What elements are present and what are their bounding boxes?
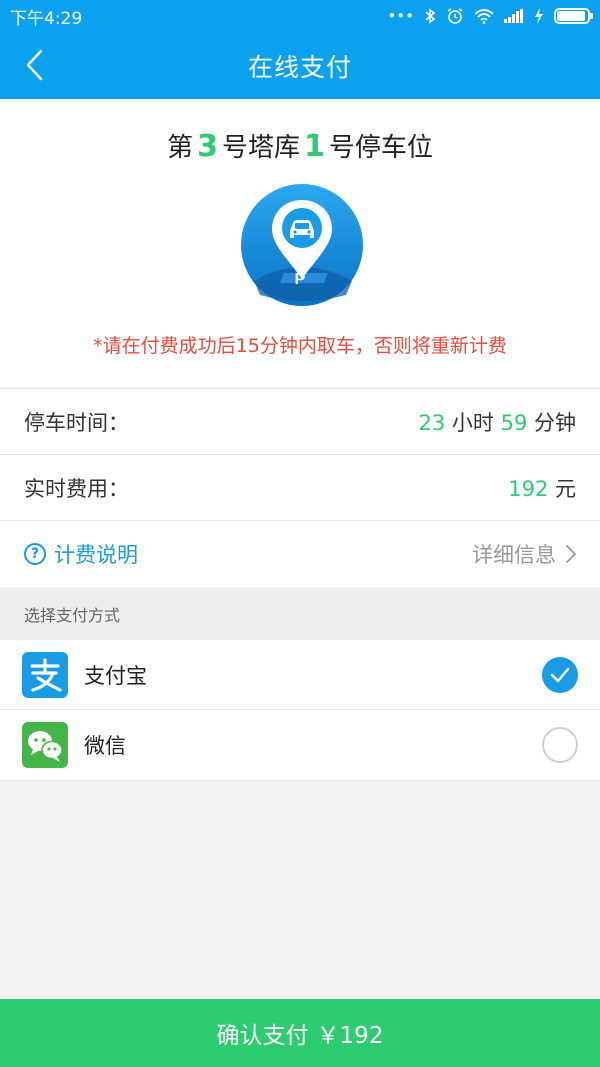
chevron-left-icon xyxy=(26,49,43,81)
bluetooth-icon xyxy=(425,8,436,24)
slot-suffix: 号停车位 xyxy=(328,133,433,163)
confirm-label: 确认支付 xyxy=(216,1023,309,1049)
confirm-amount: ￥192 xyxy=(316,1023,384,1049)
wechat-radio-unchecked[interactable] xyxy=(542,727,578,763)
parking-location-logo: P xyxy=(241,184,363,306)
chevron-right-icon xyxy=(566,545,576,563)
question-icon: ? xyxy=(24,543,46,565)
status-bar: 下午4:29 ••• xyxy=(0,0,600,32)
alipay-icon xyxy=(22,651,68,698)
payment-option-alipay[interactable]: 支付宝 xyxy=(0,640,600,710)
detail-label: 详细信息 xyxy=(472,543,556,567)
confirm-payment-button[interactable]: 确认支付 ￥192 xyxy=(0,999,600,1067)
space-number: 1 xyxy=(304,129,325,164)
battery-icon xyxy=(554,8,593,24)
payment-method-list: 支付宝 微信 xyxy=(0,640,600,781)
alipay-radio-checked[interactable] xyxy=(542,656,578,693)
alarm-icon xyxy=(447,8,463,24)
signal-icon xyxy=(504,9,523,23)
alipay-label: 支付宝 xyxy=(84,663,147,688)
fee-label: 实时费用： xyxy=(24,476,129,501)
parking-slot-card: 第 3 号塔库 1 号停车位 P *请在付费成功后15分钟内取车，否则将重新计费 xyxy=(0,99,600,387)
check-icon xyxy=(550,667,570,682)
minutes-unit: 分钟 xyxy=(534,410,576,435)
slot-middle: 号塔库 xyxy=(221,133,300,163)
minutes-value: 59 xyxy=(500,410,528,435)
charging-icon xyxy=(535,8,543,24)
fee-unit: 元 xyxy=(555,476,576,501)
page-title: 在线支付 xyxy=(247,52,352,82)
fee-value: 192 元 xyxy=(508,473,576,503)
tower-number: 3 xyxy=(197,129,218,164)
wifi-icon xyxy=(474,9,494,24)
payment-method-header: 选择支付方式 xyxy=(0,588,600,640)
fee-amount: 192 xyxy=(508,476,549,501)
billing-help-row[interactable]: ? 计费说明 详细信息 xyxy=(0,521,600,587)
back-button[interactable] xyxy=(14,44,54,86)
hours-unit: 小时 xyxy=(451,410,494,435)
fee-row: 实时费用： 192 元 xyxy=(0,455,600,521)
wechat-label: 微信 xyxy=(84,734,126,758)
parking-time-value: 23 小时 59 分钟 xyxy=(418,407,576,437)
slot-prefix: 第 xyxy=(167,133,194,163)
billing-help-label: 计费说明 xyxy=(54,543,138,567)
parking-time-label: 停车时间： xyxy=(24,410,129,435)
status-icons: ••• xyxy=(387,7,593,25)
billing-help-link[interactable]: ? 计费说明 xyxy=(24,539,138,569)
title-bar: 在线支付 xyxy=(0,32,600,99)
more-dots-icon: ••• xyxy=(387,7,414,25)
payment-option-wechat[interactable]: 微信 xyxy=(0,710,600,780)
status-time: 下午4:29 xyxy=(10,8,83,29)
hours-value: 23 xyxy=(418,410,446,435)
detail-link[interactable]: 详细信息 xyxy=(472,539,576,569)
parking-info: 停车时间： 23 小时 59 分钟 实时费用： 192 元 ? 计费说明 详细信… xyxy=(0,388,600,587)
slot-title: 第 3 号塔库 1 号停车位 xyxy=(0,127,600,164)
pickup-warning: *请在付费成功后15分钟内取车，否则将重新计费 xyxy=(93,335,507,357)
parking-time-row: 停车时间： 23 小时 59 分钟 xyxy=(0,389,600,455)
wechat-icon xyxy=(22,722,68,768)
